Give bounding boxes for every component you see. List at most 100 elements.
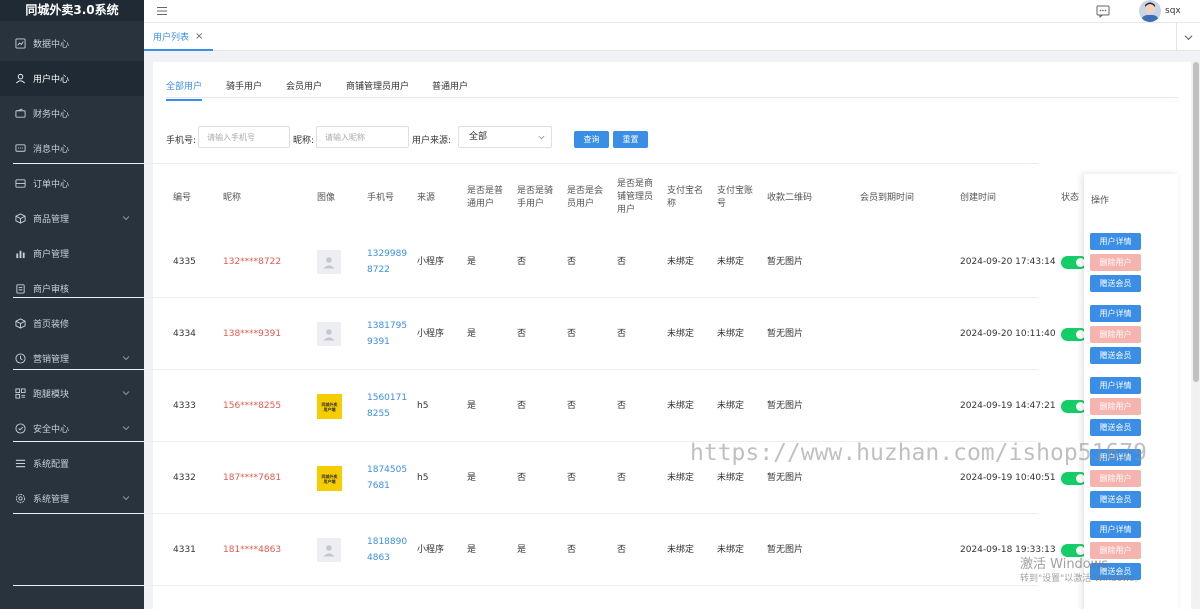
hamburger-icon[interactable]	[156, 5, 168, 17]
cell-qrcode: 暂无图片	[767, 401, 804, 411]
close-icon[interactable]: ×	[195, 31, 203, 42]
cell-phone[interactable]: 1874505 7681	[367, 464, 407, 493]
message-icon[interactable]	[1096, 4, 1110, 18]
cell-alipay-acct: 未绑定	[717, 473, 745, 483]
header-line: 是否是普	[467, 186, 504, 196]
subtab-normal-users[interactable]: 普通用户	[432, 79, 468, 99]
user-detail-button[interactable]: 用户详情	[1090, 521, 1141, 538]
delete-user-button[interactable]: 删除用户	[1090, 326, 1141, 343]
gift-member-button[interactable]: 赠送会员	[1090, 491, 1141, 508]
cell-nick[interactable]: 138****9391	[223, 328, 281, 341]
cell-is-normal: 是	[467, 329, 477, 339]
cell-is-member: 否	[567, 473, 577, 483]
header-line: 收款二维码	[767, 193, 813, 203]
user-detail-button[interactable]: 用户详情	[1090, 233, 1141, 250]
tab-user-list[interactable]: 用户列表 ×	[144, 23, 214, 51]
cell-id: 4333	[173, 401, 196, 411]
cell-alipay-name: 未绑定	[667, 473, 695, 483]
cell-phone[interactable]: 1381795 9391	[367, 320, 407, 349]
delete-user-button[interactable]: 删除用户	[1090, 470, 1141, 487]
header-line: 通用户	[467, 199, 495, 209]
header-line: 手机号	[367, 193, 395, 203]
box-icon	[14, 213, 26, 225]
order-icon	[14, 178, 26, 190]
cell-id: 4334	[173, 329, 196, 339]
header-line: 手用户	[517, 199, 545, 209]
cell-is-rider: 否	[517, 473, 527, 483]
avatar-placeholder	[317, 538, 341, 562]
cell-alipay-acct: 未绑定	[717, 401, 745, 411]
phone-line: 8255	[367, 409, 390, 419]
cell-alipay-acct: 未绑定	[717, 257, 745, 267]
chart-icon	[14, 38, 26, 50]
cell-created: 2024-09-19 14:47:21	[960, 401, 1056, 411]
cell-nick[interactable]: 132****8722	[223, 256, 281, 269]
subtab-member-users[interactable]: 会员用户	[286, 79, 322, 99]
cell-is-member: 否	[567, 401, 577, 411]
header-ops: 操作	[1091, 196, 1110, 206]
logo-line: 用户端	[323, 406, 336, 412]
sidebar-item-1[interactable]: 用户中心	[0, 61, 144, 96]
subtab-all-users[interactable]: 全部用户	[166, 79, 203, 101]
delete-user-button[interactable]: 删除用户	[1090, 254, 1141, 271]
phone-line: 8722	[367, 265, 390, 275]
cell-is-normal: 是	[467, 257, 477, 267]
gift-member-button[interactable]: 赠送会员	[1090, 275, 1141, 292]
header-line: 状态	[1061, 193, 1080, 203]
phone-line: 1381795	[367, 321, 408, 331]
cell-nick[interactable]: 181****4863	[223, 544, 281, 557]
cell-is-normal: 是	[467, 473, 477, 483]
cell-phone[interactable]: 1818890 4863	[367, 536, 407, 565]
avatar[interactable]	[1139, 0, 1161, 22]
header-source: 来源	[417, 192, 435, 205]
cell-qrcode: 暂无图片	[767, 473, 804, 483]
chevron-down-icon	[1184, 34, 1193, 40]
windows-activation-hint: 转到"设置"以激活 Windows。	[1020, 574, 1144, 584]
cell-source: h5	[417, 473, 429, 483]
sidebar-item-4[interactable]: 订单中心	[0, 166, 144, 201]
cell-is-rider: 否	[517, 329, 527, 339]
phone-line: 9391	[367, 337, 390, 347]
sidebar-item-0[interactable]: 数据中心	[0, 26, 144, 61]
header-line: 图像	[317, 193, 336, 203]
subtab-rider-users[interactable]: 骑手用户	[226, 79, 262, 99]
header-line: 是否是骑	[517, 186, 554, 196]
phone-line: 1874505	[367, 465, 408, 475]
header-line: 支付宝账	[717, 186, 754, 196]
tab-menu-button[interactable]	[1176, 23, 1200, 51]
user-icon	[14, 73, 26, 85]
cell-is-member: 否	[567, 545, 577, 555]
header-qrcode: 收款二维码	[767, 192, 812, 205]
gift-member-button[interactable]: 赠送会员	[1090, 347, 1141, 364]
cell-phone[interactable]: 1329989 8722	[367, 248, 407, 277]
gift-member-button[interactable]: 赠送会员	[1090, 419, 1141, 436]
cell-is-member: 否	[567, 329, 577, 339]
header-line: 昵称	[223, 193, 242, 203]
user-detail-button[interactable]: 用户详情	[1090, 305, 1141, 322]
header-is-normal: 是否是普 通用户	[467, 185, 503, 211]
vertical-scrollbar[interactable]	[1193, 62, 1199, 606]
tab-bar: 用户列表 ×	[144, 23, 1200, 51]
person-icon	[323, 545, 335, 557]
cell-source: 小程序	[417, 545, 445, 555]
app-title: 同城外卖3.0系统	[0, 0, 144, 21]
cell-nick[interactable]: 156****8255	[223, 400, 281, 413]
cell-is-member: 否	[567, 257, 577, 267]
phone-line: 4863	[367, 553, 390, 563]
user-detail-button[interactable]: 用户详情	[1090, 449, 1141, 466]
cell-nick[interactable]: 187****7681	[223, 472, 281, 485]
cell-source: 小程序	[417, 329, 445, 339]
sidebar-item-label: 用户中心	[33, 75, 70, 85]
cell-id: 4332	[173, 473, 196, 483]
subtab-shop-admin-users[interactable]: 商铺管理员用户	[346, 79, 409, 99]
scrollbar-thumb[interactable]	[1193, 62, 1199, 382]
table-header	[13, 112, 1038, 164]
cell-source: 小程序	[417, 257, 445, 267]
user-detail-button[interactable]: 用户详情	[1090, 377, 1141, 394]
cell-phone[interactable]: 1560171 8255	[367, 392, 407, 421]
username[interactable]: sqx	[1165, 6, 1181, 16]
delete-user-button[interactable]: 删除用户	[1090, 398, 1141, 415]
cell-alipay-acct: 未绑定	[717, 329, 745, 339]
header-line: 创建时间	[960, 193, 997, 203]
logo-line: 用户端	[323, 478, 336, 484]
